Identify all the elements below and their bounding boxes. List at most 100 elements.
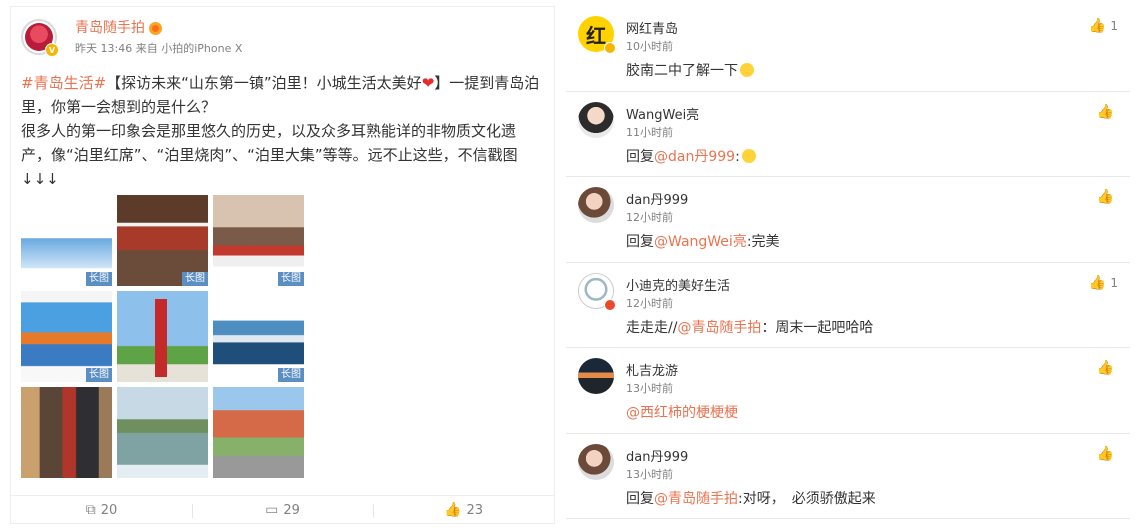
member-star-icon xyxy=(604,298,616,311)
comment-like-button[interactable]: 👍 xyxy=(1097,189,1118,205)
thumbs-up-icon: 👍 xyxy=(1096,103,1114,120)
comment-item: WangWei亮 11小时前 回复@dan丹999: 👍 xyxy=(566,92,1130,177)
verified-icon: V xyxy=(45,43,59,57)
mention-link[interactable]: @dan丹999 xyxy=(654,149,735,165)
image-grid: 长图 长图 长图 长图 长图 xyxy=(21,195,311,487)
reply-prefix: 回复 xyxy=(626,234,654,250)
commenter-name[interactable]: 小迪克的美好生活 xyxy=(626,275,730,294)
comment-like-button[interactable]: 👍 xyxy=(1097,360,1118,376)
commenter-name[interactable]: WangWei亮 xyxy=(626,104,699,123)
commenter-avatar[interactable] xyxy=(578,358,614,394)
source-prefix: 来自 xyxy=(135,42,158,55)
mention-link[interactable]: @青岛随手拍 xyxy=(677,320,761,336)
comment-like-button[interactable]: 👍 1 xyxy=(1089,275,1118,291)
thumbs-up-icon: 👍 xyxy=(1088,18,1107,34)
post-image-4[interactable]: 长图 xyxy=(21,291,112,382)
post-actions: ⧉ 20 ▭ 29 👍 23 xyxy=(11,495,554,524)
post-image-9[interactable] xyxy=(213,387,304,478)
verified-icon xyxy=(604,42,616,54)
comment-body: 胶南二中了解一下 xyxy=(626,63,738,79)
comment-like-count: 1 xyxy=(1110,275,1118,290)
reply-prefix: 回复 xyxy=(626,490,654,507)
comment-prefix: 走走走// xyxy=(626,319,678,336)
weibo-post: V 青岛随手拍 昨天 13:46 来自 小拍的iPhone X #青岛生活#【探… xyxy=(10,6,555,524)
long-image-tag: 长图 xyxy=(278,368,304,382)
commenter-name[interactable]: dan丹999 xyxy=(626,446,688,465)
comment-like-button[interactable]: 👍 xyxy=(1097,104,1118,120)
post-text: #青岛生活#【探访未来“山东第一镇”泊里！小城生活太美好❤】一提到青岛泊里，你第… xyxy=(21,71,541,191)
comment-count: 29 xyxy=(283,502,300,518)
comment-like-count: 1 xyxy=(1110,19,1118,33)
comment-time: 13小时前 xyxy=(626,382,673,395)
mention-link[interactable]: @青岛随手拍 xyxy=(654,491,738,507)
author-name-row: 青岛随手拍 xyxy=(75,19,242,37)
smile-emoji-icon xyxy=(740,63,754,77)
mention-link[interactable]: @WangWei亮 xyxy=(654,234,747,250)
post-image-3[interactable]: 长图 xyxy=(213,195,304,286)
comment-text: 回复@青岛随手拍:对呀， 必须骄傲起来 xyxy=(626,488,876,508)
comment-text: 胶南二中了解一下 xyxy=(626,60,754,80)
author-name[interactable]: 青岛随手拍 xyxy=(75,19,145,37)
like-count: 23 xyxy=(466,502,483,518)
post-source[interactable]: 小拍的iPhone X xyxy=(161,42,242,55)
commenter-name[interactable]: 网红青岛 xyxy=(626,18,678,37)
post-image-1[interactable]: 长图 xyxy=(21,195,112,286)
thumbs-up-icon: 👍 xyxy=(1096,445,1114,462)
heart-icon: ❤ xyxy=(421,74,435,92)
post-header: V 青岛随手拍 昨天 13:46 来自 小拍的iPhone X xyxy=(21,19,242,57)
mention-link[interactable]: @西红柿的梗梗梗 xyxy=(626,405,738,421)
comment-text: 回复@WangWei亮:完美 xyxy=(626,231,780,251)
comment-like-button[interactable]: 👍 xyxy=(1097,446,1118,462)
comment-time: 10小时前 xyxy=(626,40,673,53)
long-image-tag: 长图 xyxy=(86,272,112,286)
laugh-emoji-icon xyxy=(741,148,756,163)
post-text-part1: 【探访未来“山东第一镇”泊里！小城生活太美好 xyxy=(106,74,422,92)
thumbs-up-icon: 👍 xyxy=(1096,189,1114,205)
comment-like-button[interactable]: 👍 1 xyxy=(1089,18,1118,34)
author-avatar[interactable]: V xyxy=(21,19,59,57)
comment-item: 札吉龙游 13小时前 @西红柿的梗梗梗 👍 xyxy=(566,348,1130,434)
post-meta: 青岛随手拍 昨天 13:46 来自 小拍的iPhone X xyxy=(75,19,242,56)
commenter-avatar[interactable] xyxy=(578,101,614,138)
thumbs-up-icon: 👍 xyxy=(1088,274,1107,291)
comment-text: 走走走//@青岛随手拍：周末一起吧哈哈 xyxy=(626,317,873,337)
post-text-line2: 很多人的第一印象会是那里悠久的历史，以及众多耳熟能详的非物质文化遗产，像“泊里红… xyxy=(21,122,518,188)
comment-text: 回复@dan丹999: xyxy=(626,146,756,166)
comment-button[interactable]: ▭ 29 xyxy=(192,496,373,524)
like-button[interactable]: 👍 23 xyxy=(373,496,554,524)
long-image-tag: 长图 xyxy=(182,272,208,286)
post-image-7[interactable] xyxy=(21,387,112,478)
comment-body: :对呀， 必须骄傲起来 xyxy=(738,490,876,507)
long-image-tag: 长图 xyxy=(86,368,112,382)
comment-body: : xyxy=(735,148,740,165)
comment-body: :完美 xyxy=(746,234,780,250)
comment-item: 小迪克的美好生活 12小时前 走走走//@青岛随手拍：周末一起吧哈哈 👍 1 xyxy=(566,263,1130,348)
thumbs-up-icon: 👍 xyxy=(1096,360,1114,376)
comment-body: ：周末一起吧哈哈 xyxy=(761,319,874,336)
post-image-6[interactable]: 长图 xyxy=(213,291,304,382)
comment-time: 11小时前 xyxy=(626,125,673,139)
repost-button[interactable]: ⧉ 20 xyxy=(11,496,192,524)
member-crown-icon xyxy=(149,21,162,35)
repost-icon: ⧉ xyxy=(85,502,96,518)
long-image-tag: 长图 xyxy=(278,272,304,286)
commenter-name[interactable]: 札吉龙游 xyxy=(626,360,678,379)
comment-item: dan丹999 12小时前 回复@WangWei亮:完美 👍 xyxy=(566,177,1130,263)
post-image-2[interactable]: 长图 xyxy=(117,195,208,286)
avatar-char: 红 xyxy=(586,23,606,48)
comment-time: 12小时前 xyxy=(626,296,673,310)
commenter-avatar[interactable] xyxy=(578,443,614,480)
post-image-8[interactable] xyxy=(117,387,208,478)
post-image-5[interactable] xyxy=(117,291,208,382)
commenter-avatar[interactable] xyxy=(578,187,614,223)
commenter-name[interactable]: dan丹999 xyxy=(626,189,688,208)
comment-time: 12小时前 xyxy=(626,211,673,224)
hashtag-link[interactable]: #青岛生活# xyxy=(21,74,106,92)
reply-prefix: 回复 xyxy=(626,148,654,165)
comment-item: 红 网红青岛 10小时前 胶南二中了解一下 👍 1 xyxy=(566,6,1130,92)
repost-count: 20 xyxy=(100,502,118,518)
comment-time: 13小时前 xyxy=(626,467,673,481)
post-time[interactable]: 昨天 13:46 xyxy=(75,42,132,55)
comment-text: @西红柿的梗梗梗 xyxy=(626,402,738,422)
comment-icon: ▭ xyxy=(265,502,279,518)
